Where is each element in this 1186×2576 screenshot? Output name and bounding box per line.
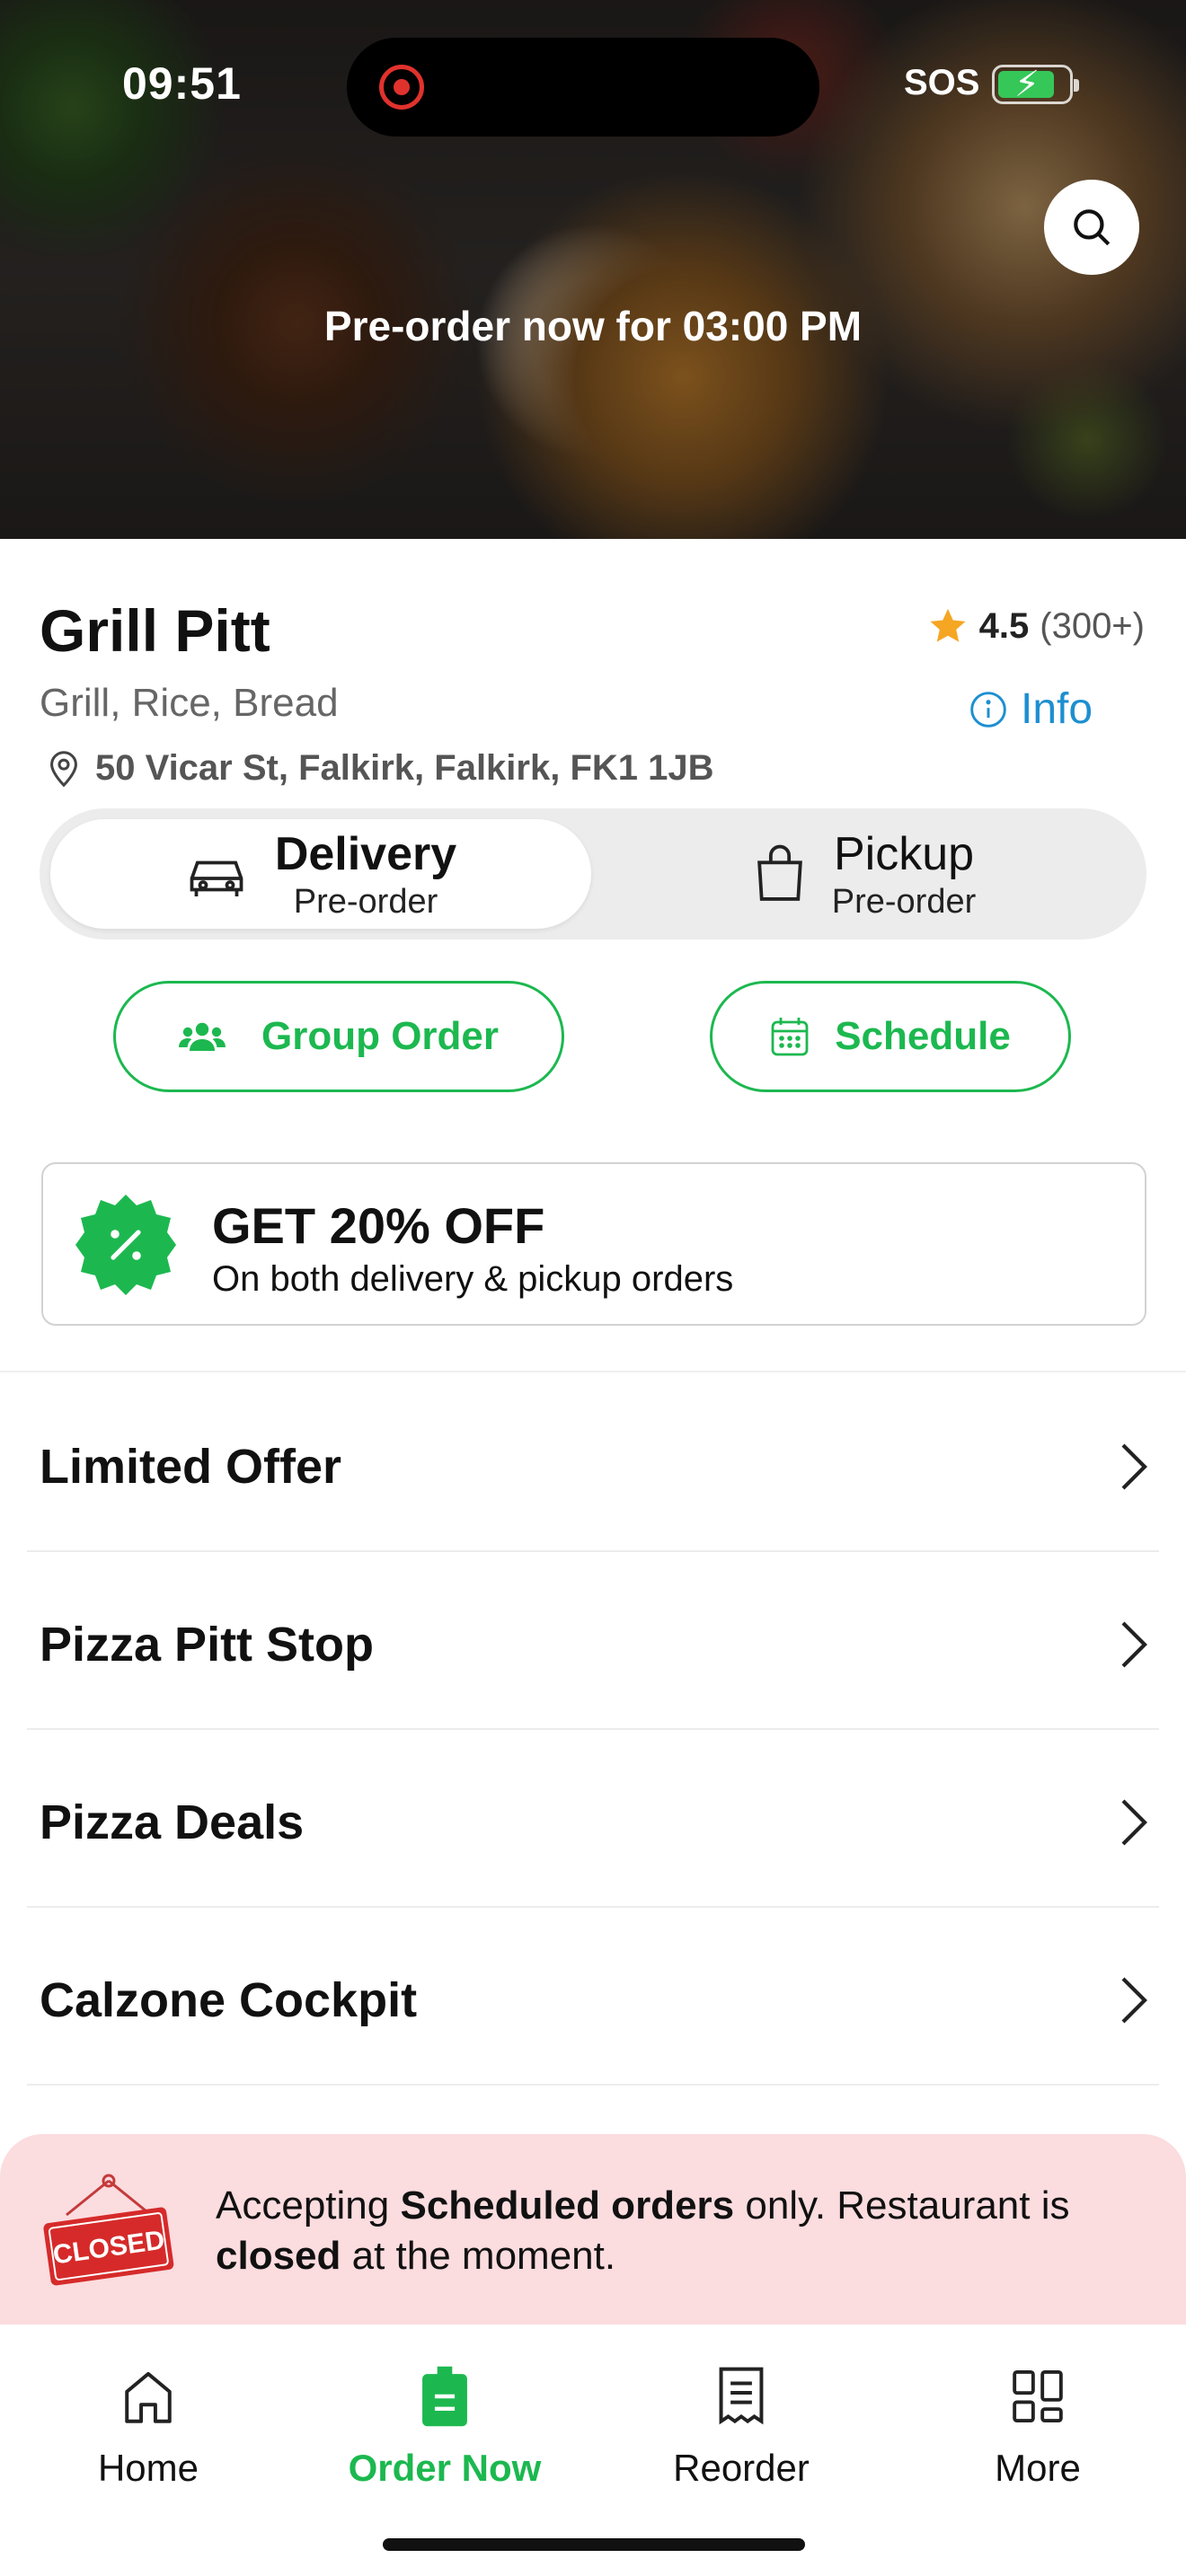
tab-order-now[interactable]: Order Now — [296, 2360, 593, 2490]
home-icon — [125, 2371, 172, 2423]
hero-banner: 09:51 SOS ⚡ Pre-order now for 03:00 PM — [0, 0, 1186, 539]
pickup-sub: Pre-order — [831, 882, 977, 921]
rating-value: 4.5 — [978, 605, 1030, 646]
category-row[interactable]: Calzone Cockpit — [27, 1908, 1159, 2086]
group-icon — [178, 1022, 226, 1051]
car-icon — [190, 860, 243, 896]
schedule-label: Schedule — [835, 1014, 1011, 1058]
chevron-right-icon — [1121, 1977, 1147, 2024]
restaurant-name: Grill Pitt — [40, 597, 270, 664]
search-icon — [1074, 209, 1111, 246]
delivery-sub: Pre-order — [293, 882, 438, 921]
status-carrier: SOS — [904, 63, 980, 102]
address-text: 50 Vicar St, Falkirk, Falkirk, FK1 1JB — [95, 747, 714, 788]
pickup-option[interactable]: Pickup Pre-order — [595, 819, 1136, 929]
category-label: Limited Offer — [40, 1440, 342, 1494]
tab-reorder[interactable]: Reorder — [593, 2360, 890, 2490]
grid-icon — [1013, 2369, 1063, 2423]
pickup-label: Pickup — [833, 827, 975, 880]
group-order-button[interactable]: Group Order — [113, 981, 564, 1092]
tab-label: Reorder — [673, 2447, 810, 2489]
chevron-right-icon — [1121, 1621, 1147, 1668]
promo-subtitle: On both delivery & pickup orders — [212, 1259, 734, 1299]
promo-card[interactable]: GET 20% OFF On both delivery & pickup or… — [41, 1162, 1146, 1326]
tab-home[interactable]: Home — [0, 2360, 296, 2490]
rating-count: (300+) — [1040, 605, 1145, 646]
closed-message: Accepting Scheduled orders only. Restaur… — [216, 2183, 1070, 2278]
delivery-option[interactable]: Delivery Pre-order — [50, 819, 591, 929]
info-link[interactable]: Info — [969, 684, 1093, 734]
category-row[interactable]: Limited Offer — [27, 1374, 1159, 1552]
order-bag-icon — [422, 2366, 467, 2427]
star-icon — [930, 608, 966, 642]
category-label: Calzone Cockpit — [40, 1973, 418, 2027]
dynamic-island — [347, 38, 819, 137]
chevron-right-icon — [1121, 1443, 1147, 1490]
discount-badge-icon — [75, 1195, 176, 1295]
chevron-right-icon — [1121, 1799, 1147, 1846]
preorder-banner-text: Pre-order now for 03:00 PM — [323, 303, 863, 349]
category-row[interactable]: Pizza Deals — [27, 1730, 1159, 1908]
promo-title: GET 20% OFF — [212, 1197, 545, 1254]
schedule-button[interactable]: Schedule — [710, 981, 1071, 1092]
closed-sign-icon: CLOSED — [43, 2174, 174, 2286]
receipt-icon — [719, 2367, 764, 2425]
delivery-label: Delivery — [274, 827, 457, 880]
tab-label: Home — [97, 2447, 199, 2489]
category-row[interactable]: Pizza Pitt Stop — [27, 1552, 1159, 1730]
group-order-label: Group Order — [261, 1014, 500, 1058]
rating: 4.5 (300+) — [927, 605, 1145, 647]
tab-label: Order Now — [348, 2447, 542, 2489]
address: 50 Vicar St, Falkirk, Falkirk, FK1 1JB — [43, 747, 714, 789]
info-icon — [970, 691, 1006, 728]
search-button[interactable] — [1044, 180, 1139, 275]
home-indicator — [383, 2538, 805, 2551]
category-label: Pizza Pitt Stop — [40, 1618, 375, 1672]
cuisine-tags: Grill, Rice, Bread — [40, 681, 339, 725]
recording-icon — [379, 65, 424, 110]
location-pin-icon — [50, 751, 77, 788]
tab-label: More — [995, 2447, 1081, 2489]
shopping-bag-icon — [757, 844, 802, 901]
calendar-icon — [771, 1018, 809, 1056]
section-divider — [0, 1371, 1186, 1372]
status-time: 09:51 — [122, 58, 242, 109]
info-label: Info — [1021, 685, 1093, 733]
menu-category-list: Limited Offer Pizza Pitt Stop Pizza Deal… — [0, 1374, 1186, 2086]
order-mode-toggle: Delivery Pre-order Pickup Pre-order — [40, 808, 1146, 940]
battery-icon: ⚡ — [992, 65, 1079, 104]
category-label: Pizza Deals — [40, 1795, 305, 1849]
tab-more[interactable]: More — [890, 2360, 1186, 2490]
closed-notice: CLOSED Accepting Scheduled orders only. … — [0, 2134, 1186, 2325]
